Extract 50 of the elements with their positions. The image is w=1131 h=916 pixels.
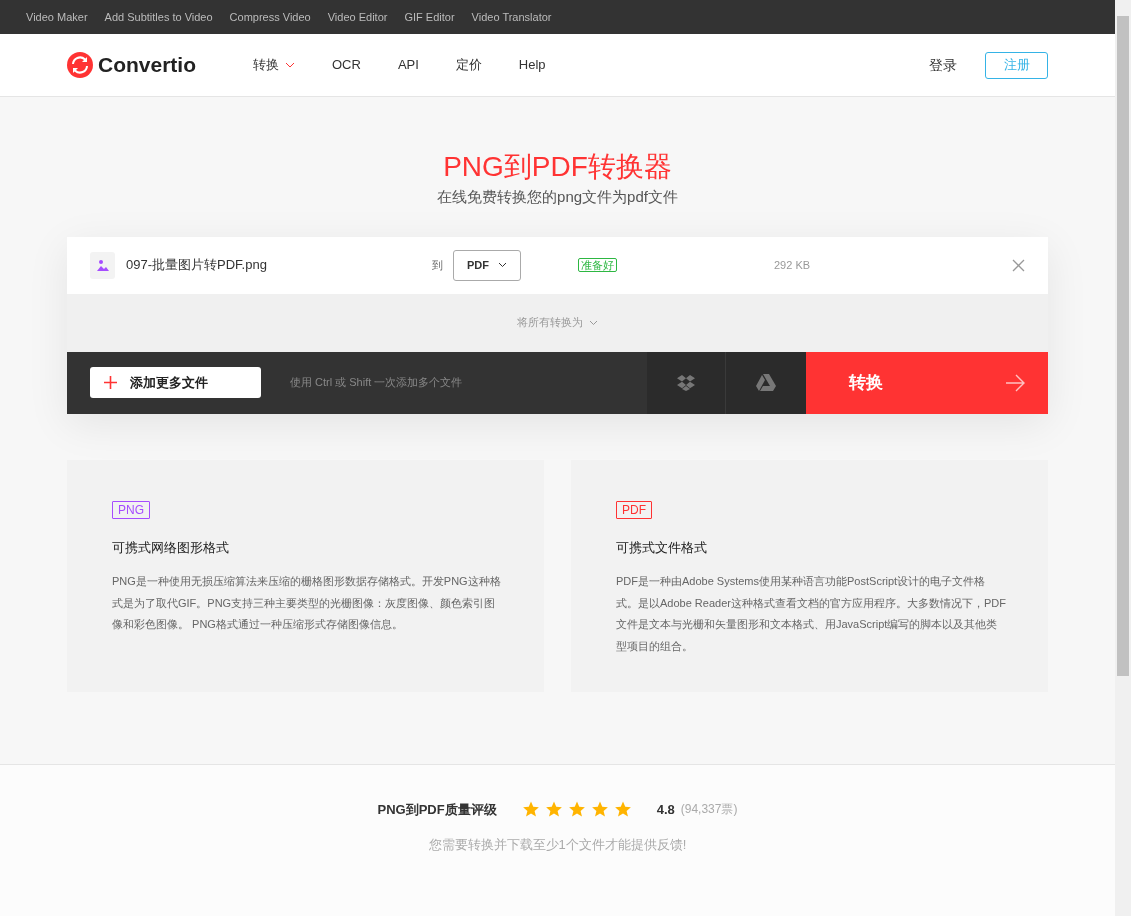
rating-score: 4.8: [656, 800, 675, 819]
top-link[interactable]: Compress Video: [229, 8, 311, 26]
format-title: 可携式文件格式: [616, 538, 708, 557]
format-tag: PNG: [112, 500, 150, 519]
star-icon[interactable]: [590, 800, 609, 819]
star-icon[interactable]: [567, 800, 586, 819]
star-icon[interactable]: [613, 800, 632, 819]
page-subtitle: 在线免费转换您的png文件为pdf文件: [437, 187, 678, 207]
to-label: 到: [432, 257, 444, 273]
dropbox-button[interactable]: [647, 351, 726, 414]
top-link[interactable]: GIF Editor: [404, 8, 455, 26]
page-title: PNG到PDF转换器: [443, 150, 672, 184]
close-icon[interactable]: [1012, 258, 1025, 272]
rating-label: PNG到PDF质量评级: [377, 800, 497, 819]
vote-count: (94,337票): [680, 801, 738, 819]
file-name: 097-批量图片转PDF.png: [126, 256, 268, 275]
top-link[interactable]: Video Translator: [471, 8, 552, 26]
dropbox-icon: [677, 374, 695, 391]
chevron-down-icon: [498, 262, 507, 268]
drive-button[interactable]: [726, 351, 806, 414]
logo-text[interactable]: Convertio: [98, 49, 196, 81]
nav-link[interactable]: Help: [518, 55, 546, 75]
format-dropdown[interactable]: PDF: [453, 249, 521, 281]
format-tag: PDF: [616, 500, 652, 519]
top-link[interactable]: Add Subtitles to Video: [104, 8, 213, 26]
nav-link[interactable]: 定价: [455, 55, 482, 75]
add-files-button[interactable]: 添加更多文件: [90, 367, 261, 398]
convert-button[interactable]: 转换: [806, 351, 1048, 414]
drive-icon: [756, 374, 776, 391]
nav-link[interactable]: 转换: [253, 55, 295, 75]
nav-link[interactable]: OCR: [332, 55, 361, 75]
chevron-down-icon: [589, 319, 598, 326]
format-description: PNG是一种使用无损压缩算法来压缩的栅格图形数据存储格式。开发PNG这种格式是为了取代GIF。PNG支持三种主要类型的光栅图像：灰度图像、颜色索引图像和彩色图像。 PNG格式通过一种压缩形式存储图像信息。: [112, 574, 502, 632]
top-link[interactable]: Video Maker: [26, 8, 88, 26]
rating-note: 您需要转换并下载至少1个文件才能提供反馈!: [428, 836, 687, 854]
image-file-icon: [90, 251, 115, 279]
status-badge: 准备好: [578, 258, 617, 272]
star-icon[interactable]: [544, 800, 563, 819]
login-link[interactable]: 登录: [929, 54, 957, 76]
scrollbar[interactable]: [1115, 0, 1131, 916]
star-rating[interactable]: [521, 800, 632, 819]
star-icon[interactable]: [521, 800, 540, 819]
format-title: 可携式网络图形格式: [112, 538, 230, 557]
format-description: PDF是一种由Adobe Systems使用某种语言功能PostScript设计的电子文件格式。是以Adobe Reader这种格式查看文档的官方应用程序。大多数情况下，PDF文件是文本与光栅和矢量图形和文本格式、用JavaScript编写的脚本以及其他类型项目的组合。: [616, 574, 1006, 654]
arrow-right-icon: [1006, 373, 1026, 392]
nav-link[interactable]: API: [397, 55, 419, 75]
logo-icon: [67, 52, 93, 78]
top-link[interactable]: Video Editor: [327, 8, 388, 26]
file-size: 292 KB: [774, 257, 811, 273]
plus-icon: [104, 376, 117, 389]
